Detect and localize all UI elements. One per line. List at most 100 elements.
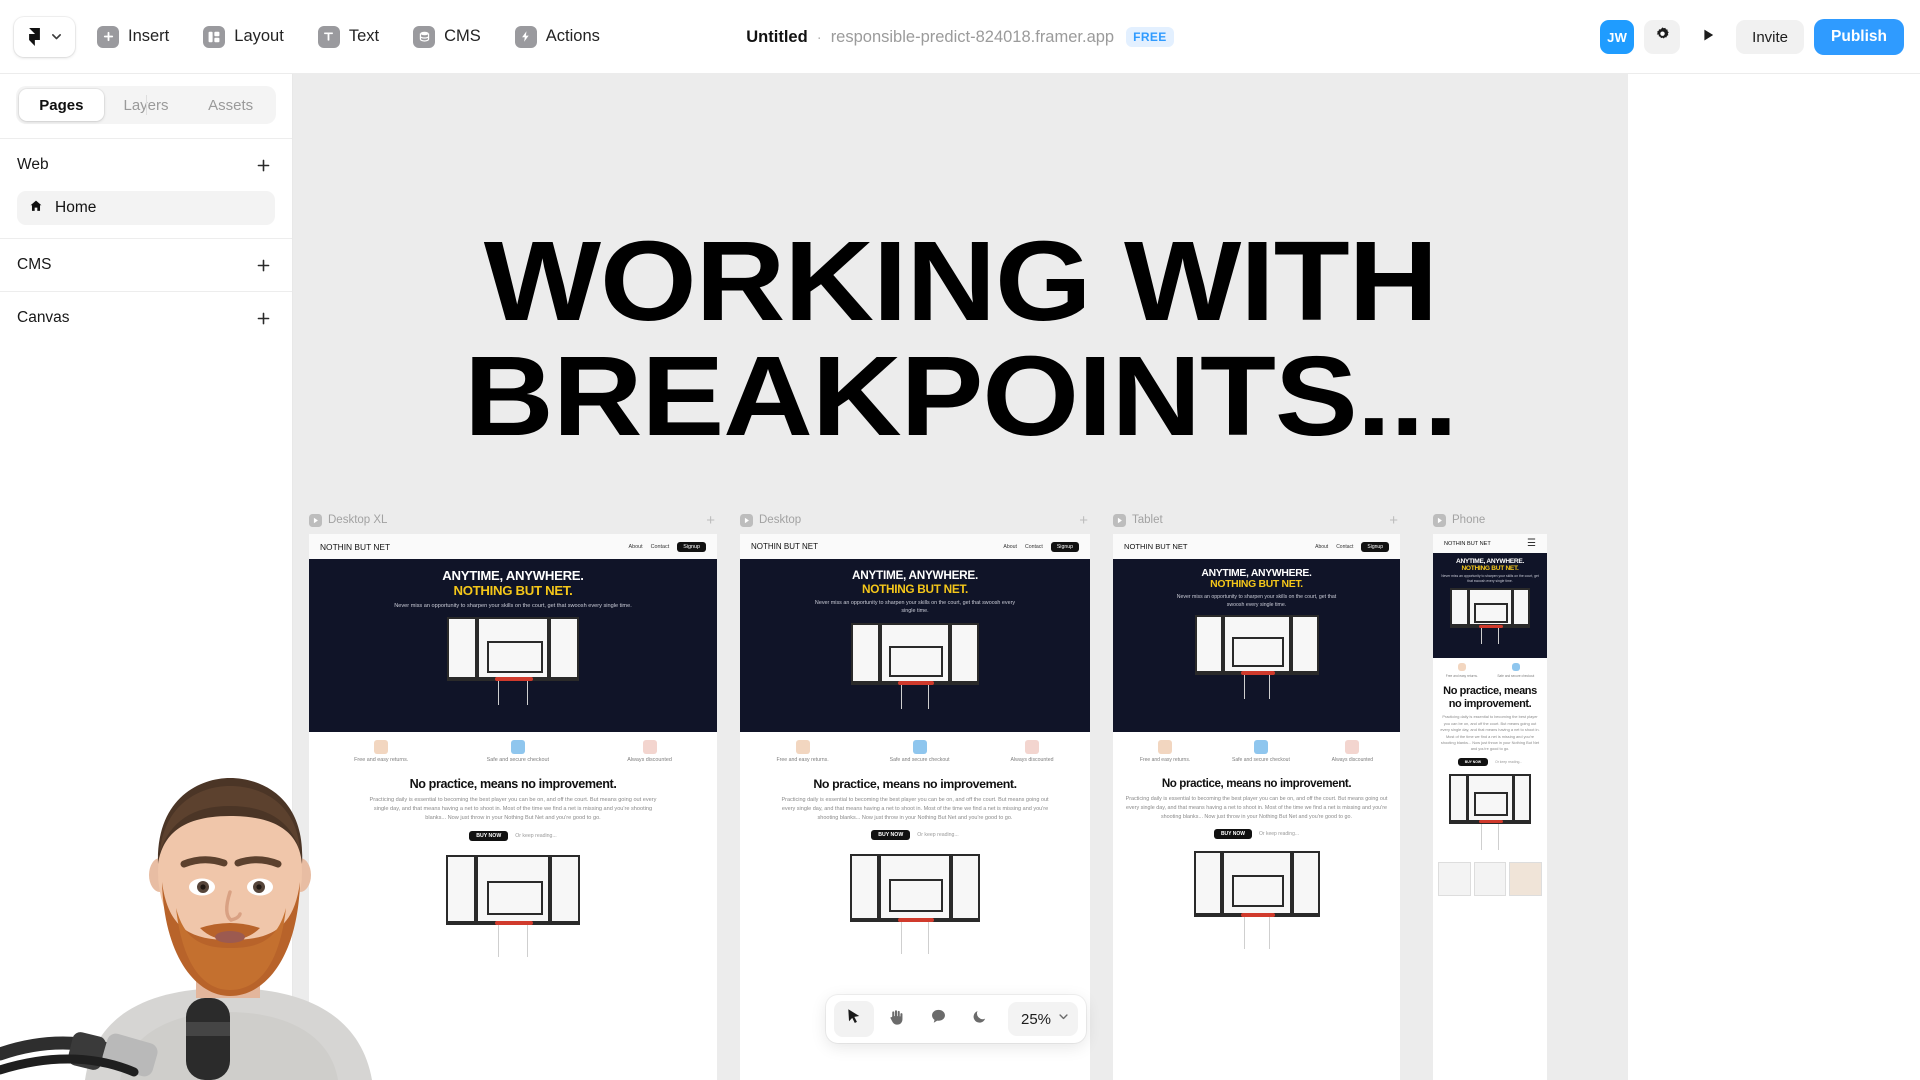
discount-tag-icon — [1025, 740, 1040, 754]
hero-line-2: NOTHING BUT NET. — [1461, 565, 1519, 572]
frame-header[interactable]: Desktop + — [740, 511, 1090, 529]
toolbar-item-label: Layout — [234, 27, 284, 45]
document-title[interactable]: Untitled — [746, 28, 807, 47]
framer-menu-button[interactable] — [14, 16, 75, 57]
avatar[interactable]: JW — [1600, 20, 1635, 54]
toolbar-item-insert[interactable]: Insert — [85, 17, 181, 57]
returns-icon — [1457, 663, 1466, 671]
site-brand: NOTHIN BUT NET — [320, 541, 391, 552]
plus-icon[interactable]: + — [706, 513, 717, 528]
layout-columns-icon — [203, 25, 226, 48]
toolbar-item-label: Insert — [128, 27, 170, 45]
nav-signup-button[interactable]: Signup — [677, 541, 706, 552]
section-cta-row: BUY NOW Or keep reading... — [750, 830, 1080, 841]
project-domain[interactable]: responsible-predict-824018.framer.app — [831, 28, 1114, 47]
site-section-practice: No practice, means no improvement. Pract… — [309, 769, 717, 841]
hero-hoop-image — [1123, 615, 1390, 700]
play-icon[interactable] — [1433, 513, 1446, 527]
play-icon[interactable] — [1113, 513, 1126, 527]
right-panel-placeholder — [1628, 74, 1920, 1080]
design-canvas[interactable]: WORKING WITH BREAKPOINTS... Desktop XL +… — [293, 74, 1628, 1080]
site-feature-row: Free and easy returns. Safe and secure c… — [1113, 732, 1400, 769]
hero-line-1: ANYTIME, ANYWHERE. — [1456, 558, 1524, 565]
add-cms-collection-button[interactable] — [252, 254, 274, 276]
toolbar-item-cms[interactable]: CMS — [401, 17, 493, 57]
hero-hoop-image — [319, 617, 707, 706]
hero-subtext: Never miss an opportunity to sharpen you… — [814, 600, 1016, 614]
credit-card-icon — [1253, 740, 1268, 754]
toolbar-item-layout[interactable]: Layout — [191, 17, 296, 57]
play-icon[interactable] — [740, 513, 753, 527]
sidebar-item-label: Home — [55, 199, 97, 216]
publish-button[interactable]: Publish — [1814, 19, 1904, 55]
nav-link-contact[interactable]: Contact — [1025, 544, 1043, 550]
nav-signup-button[interactable]: Signup — [1050, 541, 1079, 552]
frame-preview[interactable]: NOTHIN BUT NET ☰ ANYTIME, ANYWHERE. NOTH… — [1433, 534, 1547, 1080]
frame-preview[interactable]: NOTHIN BUT NET About Contact Signup ANYT… — [1113, 534, 1400, 1080]
sidebar-item-home[interactable]: Home — [17, 191, 275, 225]
keep-reading-link[interactable]: Or keep reading... — [917, 832, 959, 838]
select-tool-button[interactable] — [834, 1001, 874, 1037]
section-body: Practicing daily is essential to becomin… — [1440, 714, 1540, 752]
plus-icon[interactable]: + — [1389, 513, 1400, 528]
site-nav: NOTHIN BUT NET About Contact Signup — [309, 534, 717, 559]
buy-now-button[interactable]: BUY NOW — [871, 830, 911, 841]
site-feature-row: Free and easy returns. Safe and secure c… — [309, 732, 717, 769]
hamburger-menu-icon[interactable]: ☰ — [1527, 538, 1536, 549]
sidebar-tabs: Pages Layers Assets — [16, 86, 276, 124]
feature-label: Always discounted — [1010, 757, 1054, 763]
nav-link-contact[interactable]: Contact — [1336, 544, 1353, 550]
frame-preview[interactable]: NOTHIN BUT NET About Contact Signup ANYT… — [309, 534, 717, 1080]
frame-header[interactable]: Tablet + — [1113, 511, 1400, 529]
play-icon[interactable] — [309, 513, 322, 527]
frame-tablet[interactable]: Tablet + NOTHIN BUT NET About Contact Si… — [1113, 511, 1400, 1080]
preview-button[interactable] — [1690, 20, 1726, 54]
group-header-canvas: Canvas — [0, 292, 292, 344]
toolbar-item-actions[interactable]: Actions — [503, 17, 612, 57]
settings-button[interactable] — [1644, 20, 1681, 54]
moon-icon — [972, 1008, 988, 1030]
left-sidebar: Pages Layers Assets Web Home CMS Canvas — [0, 74, 293, 1080]
keep-reading-link[interactable]: Or keep reading... — [1259, 831, 1299, 837]
frame-header[interactable]: Desktop XL + — [309, 511, 717, 529]
section-body: Practicing daily is essential to becomin… — [781, 797, 1049, 822]
feature-label: Safe and secure checkout — [1232, 757, 1290, 763]
frame-phone[interactable]: Phone NOTHIN BUT NET ☰ ANYTIME, ANYWHERE… — [1433, 511, 1547, 1080]
gallery-thumb — [1438, 861, 1471, 896]
toolbar-item-text[interactable]: Text — [306, 17, 391, 57]
comment-tool-button[interactable] — [918, 1001, 958, 1037]
buy-now-button[interactable]: BUY NOW — [1213, 828, 1253, 839]
frame-desktop-xl[interactable]: Desktop XL + NOTHIN BUT NET About Contac… — [309, 511, 717, 1080]
add-web-page-button[interactable] — [252, 154, 274, 176]
nav-signup-button[interactable]: Signup — [1361, 541, 1389, 552]
hand-tool-button[interactable] — [876, 1001, 916, 1037]
frame-header[interactable]: Phone — [1433, 511, 1547, 529]
credit-card-icon — [912, 740, 927, 754]
gallery-thumb — [1473, 861, 1507, 896]
top-toolbar-right: JW Invite Publish — [1600, 0, 1904, 74]
nav-link-about[interactable]: About — [629, 544, 643, 550]
buy-now-button[interactable]: BUY NOW — [469, 830, 509, 841]
hero-hoop-image — [1439, 587, 1541, 644]
zoom-level-control[interactable]: 25% — [1008, 1002, 1079, 1036]
feature-label: Free and easy returns. — [1139, 757, 1191, 763]
nav-link-about[interactable]: About — [1315, 544, 1328, 550]
keep-reading-link[interactable]: Or keep reading... — [515, 833, 557, 839]
chevron-down-icon — [1057, 1010, 1070, 1028]
add-canvas-button[interactable] — [252, 307, 274, 329]
keep-reading-link[interactable]: Or keep reading... — [1495, 760, 1522, 764]
nav-link-contact[interactable]: Contact — [651, 544, 670, 550]
feature-label: Free and easy returns. — [776, 757, 829, 763]
site-nav: NOTHIN BUT NET About Contact Signup — [1113, 534, 1400, 559]
nav-link-about[interactable]: About — [1003, 544, 1017, 550]
tab-pages[interactable]: Pages — [19, 89, 104, 121]
plus-icon[interactable]: + — [1079, 513, 1090, 528]
breakpoint-frames: Desktop XL + NOTHIN BUT NET About Contac… — [293, 74, 1628, 1080]
top-toolbar-left: Insert Layout Text CMS Actions — [0, 16, 612, 57]
toolbar-item-label: Actions — [545, 27, 600, 45]
invite-button[interactable]: Invite — [1736, 20, 1805, 54]
buy-now-button[interactable]: BUY NOW — [1457, 757, 1489, 766]
group-title: Web — [17, 156, 49, 173]
tab-assets[interactable]: Assets — [188, 89, 273, 121]
theme-tool-button[interactable] — [960, 1001, 1000, 1037]
